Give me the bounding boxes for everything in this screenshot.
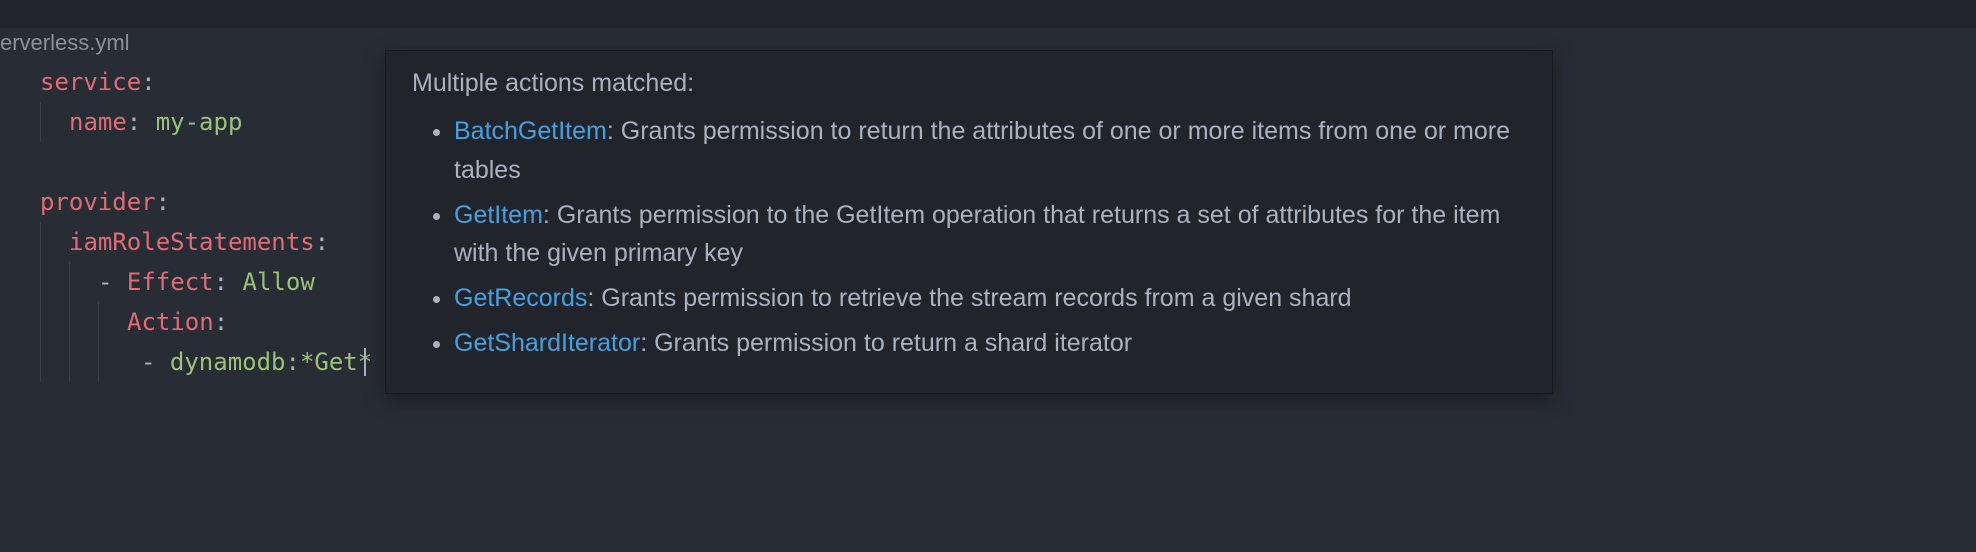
yaml-value: Allow xyxy=(243,268,315,296)
tab-bar xyxy=(0,0,1976,28)
dash: - xyxy=(141,348,170,376)
hover-action-item: GetShardIterator: Grants permission to r… xyxy=(454,324,1526,363)
action-name: GetItem xyxy=(454,201,543,229)
text-cursor xyxy=(364,348,366,376)
yaml-value: dynamodb:*Get* xyxy=(170,348,372,376)
hover-title: Multiple actions matched: xyxy=(412,69,1526,98)
colon: : xyxy=(156,188,170,216)
colon: : xyxy=(214,308,228,336)
action-name: BatchGetItem xyxy=(454,117,607,145)
action-desc: : Grants permission to retrieve the stre… xyxy=(587,284,1351,312)
hover-tooltip: Multiple actions matched: BatchGetItem: … xyxy=(385,50,1553,394)
hover-action-item: GetItem: Grants permission to the GetIte… xyxy=(454,196,1526,274)
colon: : xyxy=(214,268,228,296)
hover-action-list: BatchGetItem: Grants permission to retur… xyxy=(412,112,1526,363)
yaml-key: service xyxy=(40,68,141,96)
colon: : xyxy=(315,228,329,256)
yaml-key: provider xyxy=(40,188,156,216)
action-desc: : Grants permission to the GetItem opera… xyxy=(454,201,1500,268)
dash: - xyxy=(98,268,127,296)
action-desc: : Grants permission to return a shard it… xyxy=(640,329,1132,357)
colon: : xyxy=(127,108,141,136)
yaml-key: name xyxy=(69,108,127,136)
hover-action-item: GetRecords: Grants permission to retriev… xyxy=(454,279,1526,318)
yaml-value: my-app xyxy=(156,108,243,136)
yaml-key: Effect xyxy=(127,268,214,296)
yaml-key: Action xyxy=(127,308,214,336)
yaml-key: iamRoleStatements xyxy=(69,228,315,256)
action-name: GetRecords xyxy=(454,284,587,312)
hover-action-item: BatchGetItem: Grants permission to retur… xyxy=(454,112,1526,190)
action-desc: : Grants permission to return the attrib… xyxy=(454,117,1510,184)
colon: : xyxy=(141,68,155,96)
action-name: GetShardIterator xyxy=(454,329,640,357)
